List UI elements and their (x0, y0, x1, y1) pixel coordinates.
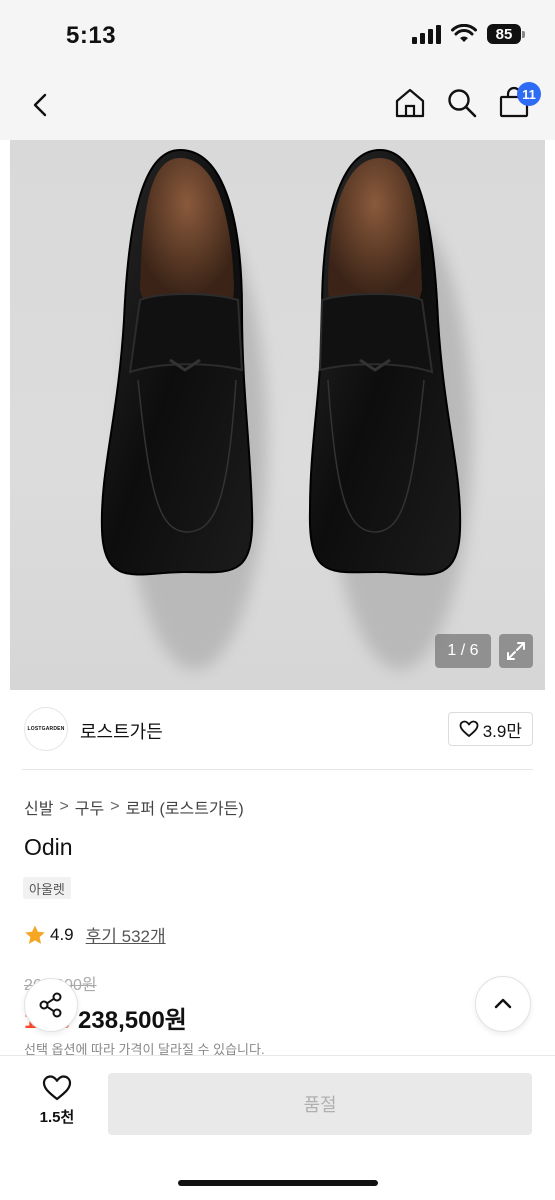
reviews-link[interactable]: 후기 532개 (86, 922, 166, 947)
battery-icon: 85 (487, 24, 525, 44)
status-time: 5:13 (66, 22, 117, 49)
sale-price: 238,500원 (78, 1007, 187, 1034)
back-button[interactable] (24, 88, 58, 122)
product-title: Odin (24, 834, 73, 860)
brand-like-button[interactable]: 3.9만 (447, 712, 533, 746)
cart-count-badge: 11 (517, 82, 541, 106)
image-counter: 1 / 6 (435, 634, 491, 668)
cart-button[interactable]: 11 (497, 82, 541, 120)
breadcrumb-item-dress-shoes[interactable]: 구두 (75, 795, 104, 819)
rating-score: 4.9 (50, 924, 74, 944)
bottom-action-bar: 1.5천 품절 (0, 1055, 555, 1200)
top-nav: 11 (0, 70, 555, 140)
status-bar: 5:13 85 (0, 0, 555, 70)
breadcrumb: 신발 > 구두 > 로퍼 (로스트가든) (24, 795, 244, 819)
wishlist-count: 1.5천 (39, 1109, 75, 1126)
signal-icon (412, 24, 441, 44)
rating-row: 4.9 후기 532개 (24, 922, 166, 947)
divider (22, 769, 533, 770)
heart-icon (459, 720, 479, 737)
star-icon (25, 925, 45, 944)
outlet-tag: 아울렛 (23, 877, 71, 899)
home-indicator (178, 1180, 378, 1186)
breadcrumb-item-shoes[interactable]: 신발 (24, 795, 53, 819)
brand-name[interactable]: 로스트가든 (80, 718, 163, 744)
breadcrumb-separator: > (59, 798, 69, 815)
sold-out-button[interactable]: 품절 (108, 1073, 532, 1135)
product-image[interactable]: 1 / 6 (10, 140, 545, 690)
status-icons: 85 (412, 24, 525, 44)
home-icon[interactable] (393, 86, 427, 120)
wifi-icon (451, 24, 477, 42)
brand-like-count: 3.9만 (482, 721, 522, 741)
brand-logo[interactable]: LOSTGARDEN (24, 707, 68, 751)
loafer-shoes-image (100, 148, 472, 670)
share-button[interactable] (24, 978, 78, 1032)
wishlist-button[interactable]: 1.5천 (30, 1074, 84, 1127)
scroll-top-button[interactable] (475, 976, 531, 1032)
chevron-up-icon (494, 998, 512, 1009)
breadcrumb-separator: > (110, 798, 120, 815)
brand-row[interactable]: LOSTGARDEN 로스트가든 3.9만 (0, 690, 555, 770)
heart-icon (42, 1075, 72, 1101)
share-icon (39, 992, 62, 1018)
search-icon[interactable] (445, 86, 479, 120)
expand-image-button[interactable] (499, 634, 533, 668)
expand-icon (507, 642, 525, 660)
breadcrumb-item-loafer[interactable]: 로퍼 (로스트가든) (126, 795, 244, 819)
